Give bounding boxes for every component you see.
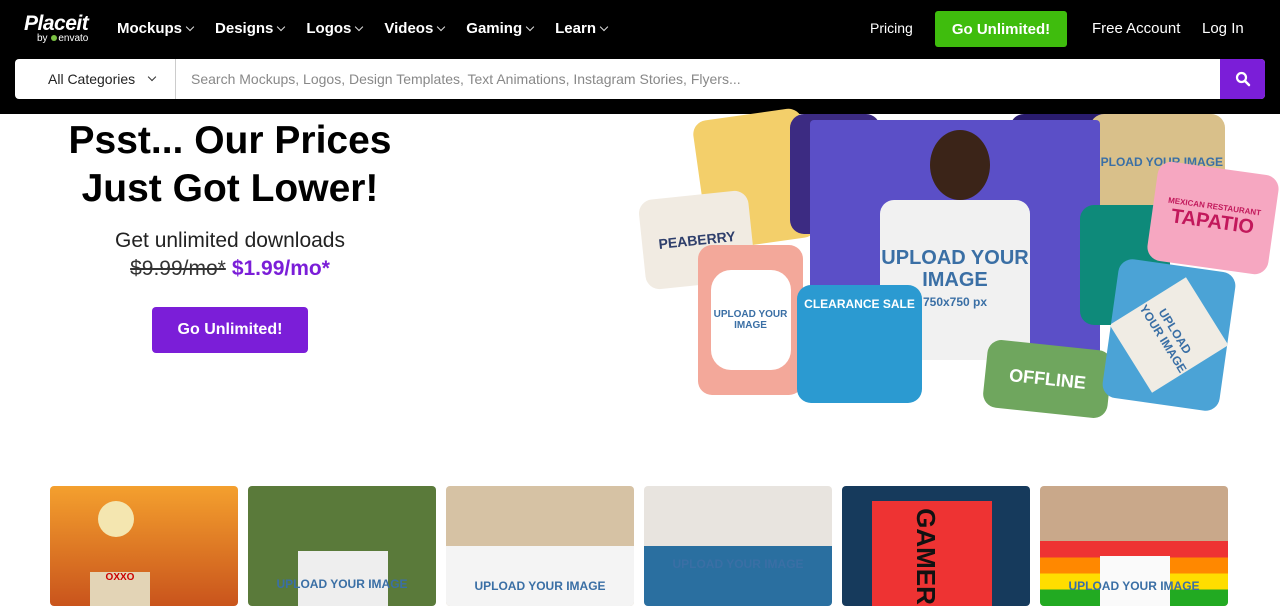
search-bar: All Categories <box>15 59 1265 99</box>
price-line: $9.99/mo* $1.99/mo* <box>30 257 430 281</box>
chevron-down-icon <box>355 22 364 31</box>
old-price: $9.99/mo* <box>130 257 226 280</box>
thumbnail-woman-shirt[interactable]: UPLOAD YOUR IMAGE <box>446 486 634 606</box>
collage-person-head <box>930 130 990 200</box>
chevron-down-icon <box>147 72 157 82</box>
sun-shape <box>98 501 134 537</box>
collage-offline: OFFLINE <box>981 338 1114 420</box>
free-account-link[interactable]: Free Account <box>1092 20 1180 37</box>
hero-subtitle: Get unlimited downloads <box>115 229 345 252</box>
collage-hoodie: UPLOAD YOUR IMAGE <box>698 245 803 395</box>
chevron-down-icon <box>437 22 446 31</box>
go-unlimited-hero-button[interactable]: Go Unlimited! <box>152 307 308 353</box>
shirt-shape <box>446 546 634 606</box>
blanket-shape <box>644 546 832 606</box>
chevron-down-icon <box>599 22 609 31</box>
pricing-link[interactable]: Pricing <box>870 20 913 36</box>
thumbnail-gamer[interactable]: GAMER <box>842 486 1030 606</box>
logo-by: by <box>37 33 48 44</box>
nav-designs[interactable]: Designs <box>215 20 286 37</box>
nav-videos[interactable]: Videos <box>384 20 446 37</box>
thumbnail-bedding[interactable]: UPLOAD YOUR IMAGE <box>644 486 832 606</box>
nav-gaming[interactable]: Gaming <box>466 20 535 37</box>
thumbnail-woman-hat[interactable]: UPLOAD YOUR IMAGE <box>248 486 436 606</box>
hero-title: Psst... Our Prices Just Got Lower! <box>68 119 392 210</box>
envato-leaf-icon <box>51 35 58 41</box>
log-in-link[interactable]: Log In <box>1202 20 1244 37</box>
search-input[interactable] <box>177 59 1220 99</box>
collage-clearance: CLEARANCE SALE <box>797 285 922 403</box>
template-thumbnails: OXXO UPLOAD YOUR IMAGE UPLOAD YOUR IMAGE… <box>50 486 1228 606</box>
category-select[interactable]: All Categories <box>15 59 176 99</box>
chevron-down-icon <box>525 22 535 31</box>
main-nav: Mockups Designs Logos Videos Gaming Lear… <box>117 20 609 37</box>
collage-tapatio: MEXICAN RESTAURANT TAPATIO <box>1145 159 1280 277</box>
logo-envato: envato <box>58 33 89 44</box>
placeit-logo[interactable]: Placeit by envato <box>24 12 89 44</box>
chevron-down-icon <box>277 22 286 31</box>
top-bar: Placeit by envato Mockups Designs Logos … <box>0 0 1280 114</box>
search-icon <box>1235 71 1250 87</box>
go-unlimited-header-button[interactable]: Go Unlimited! <box>935 11 1067 47</box>
nav-mockups[interactable]: Mockups <box>117 20 195 37</box>
new-price: $1.99/mo* <box>231 257 330 280</box>
nav-logos[interactable]: Logos <box>306 20 364 37</box>
thumbnail-desert-store[interactable]: OXXO <box>50 486 238 606</box>
nav-learn[interactable]: Learn <box>555 20 609 37</box>
collage-tote: UPLOAD YOUR IMAGE <box>1100 257 1238 413</box>
search-button[interactable] <box>1220 59 1265 99</box>
chevron-down-icon <box>185 22 195 31</box>
thumbnail-man-flag[interactable]: UPLOAD YOUR IMAGE <box>1040 486 1228 606</box>
